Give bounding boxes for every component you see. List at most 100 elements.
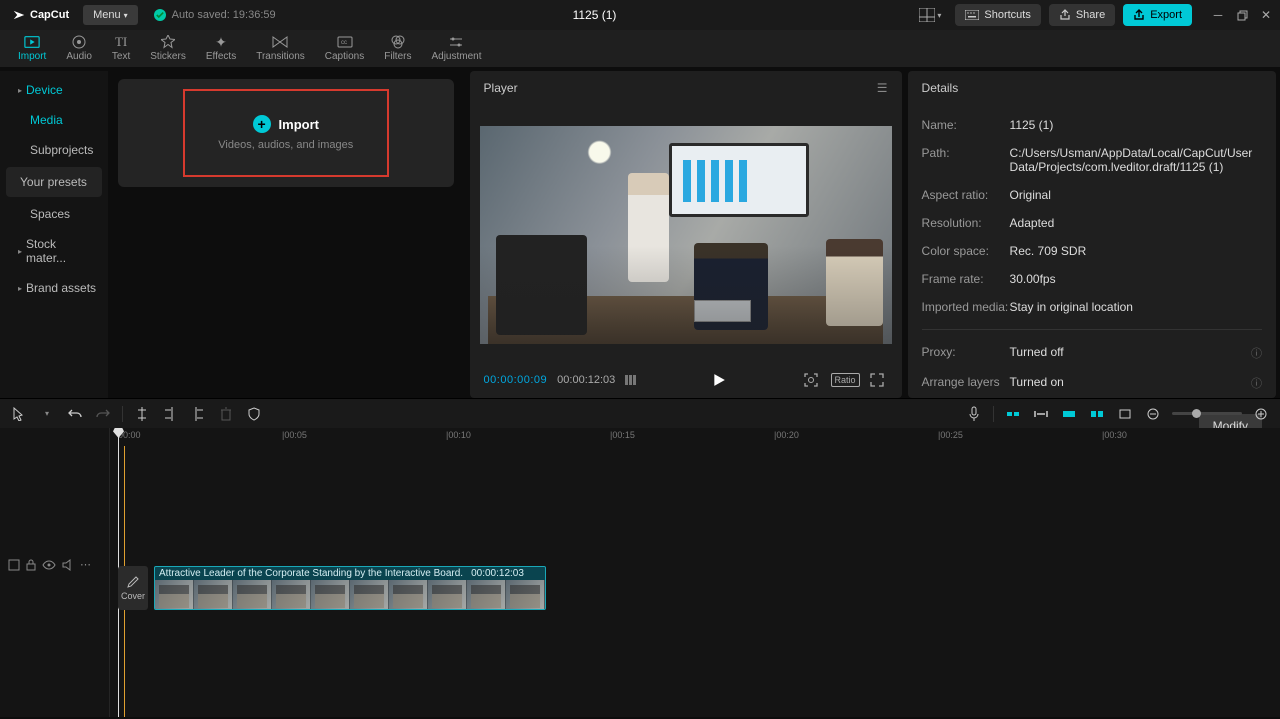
chevron-down-icon: ▾ bbox=[124, 11, 128, 20]
sidebar-item-device[interactable]: ▸Device bbox=[0, 75, 108, 105]
shield-tool[interactable] bbox=[245, 405, 263, 423]
sidebar-item-subprojects[interactable]: Subprojects bbox=[0, 135, 108, 165]
top-tabs: Import Audio TI Text Stickers ✦ Effects … bbox=[0, 30, 1280, 68]
tab-effects[interactable]: ✦ Effects bbox=[196, 31, 246, 67]
titlebar: CapCut Menu ▾ Auto saved: 19:36:59 1125 … bbox=[0, 0, 1280, 30]
import-label: Import bbox=[279, 117, 319, 132]
track-lock-icon[interactable] bbox=[26, 559, 36, 571]
play-button[interactable] bbox=[712, 373, 726, 387]
effects-icon: ✦ bbox=[213, 34, 229, 50]
detail-proxy-value: Turned off bbox=[1010, 345, 1251, 359]
app-logo: CapCut bbox=[4, 8, 77, 22]
details-title: Details bbox=[922, 81, 959, 95]
sidebar-item-spaces[interactable]: Spaces bbox=[0, 199, 108, 229]
media-panel: ▸Device Media Subprojects Your presets S… bbox=[0, 71, 464, 398]
sidebar-item-stock[interactable]: ▸Stock mater... bbox=[0, 229, 108, 273]
tab-import[interactable]: Import bbox=[8, 31, 56, 67]
cover-button[interactable]: Cover bbox=[118, 566, 148, 610]
detail-name-value: 1125 (1) bbox=[1010, 118, 1262, 132]
ratio-button[interactable]: Ratio bbox=[831, 373, 860, 387]
clip-thumbnails bbox=[155, 580, 545, 610]
detail-name-label: Name: bbox=[922, 118, 1010, 132]
svg-text:cc: cc bbox=[341, 40, 347, 46]
scan-icon[interactable] bbox=[803, 372, 821, 388]
minimize-button[interactable]: ─ bbox=[1208, 5, 1228, 25]
zoom-in-icon[interactable] bbox=[1252, 405, 1270, 423]
redo-button[interactable] bbox=[94, 405, 112, 423]
share-icon bbox=[1059, 9, 1071, 21]
tab-text[interactable]: TI Text bbox=[102, 31, 140, 67]
tab-audio[interactable]: Audio bbox=[56, 31, 102, 67]
info-icon[interactable]: ⓘ bbox=[1251, 375, 1262, 391]
sidebar-item-media[interactable]: Media bbox=[0, 105, 108, 135]
capcut-logo-icon bbox=[12, 8, 26, 22]
split-right-tool[interactable] bbox=[189, 405, 207, 423]
maximize-button[interactable] bbox=[1232, 5, 1252, 25]
video-clip[interactable]: Attractive Leader of the Corporate Stand… bbox=[154, 566, 546, 610]
track-mute-icon[interactable] bbox=[62, 559, 74, 571]
export-icon bbox=[1133, 9, 1145, 21]
player-menu-icon[interactable]: ☰ bbox=[877, 81, 888, 95]
magnet-icon[interactable] bbox=[1004, 405, 1022, 423]
player-title: Player bbox=[484, 81, 518, 95]
compare-icon[interactable] bbox=[625, 375, 636, 385]
cursor-tool[interactable] bbox=[10, 405, 28, 423]
layout-switcher[interactable]: ▾ bbox=[913, 8, 947, 22]
tab-captions[interactable]: cc Captions bbox=[315, 31, 374, 67]
mic-icon[interactable] bbox=[965, 405, 983, 423]
sidebar-item-presets[interactable]: Your presets bbox=[6, 167, 102, 197]
cursor-dropdown[interactable]: ▾ bbox=[38, 405, 56, 423]
detail-aspect-value: Original bbox=[1010, 188, 1262, 202]
detail-resolution-label: Resolution: bbox=[922, 216, 1010, 230]
detail-imported-value: Stay in original location bbox=[1010, 300, 1262, 314]
import-icon bbox=[24, 34, 40, 50]
caret-icon: ▸ bbox=[18, 284, 22, 293]
tab-transitions[interactable]: Transitions bbox=[246, 31, 315, 67]
share-button[interactable]: Share bbox=[1049, 4, 1115, 26]
detail-layers-value: Turned on bbox=[1010, 375, 1251, 389]
caret-icon: ▸ bbox=[18, 247, 22, 256]
link-icon[interactable] bbox=[1032, 405, 1050, 423]
detail-path-label: Path: bbox=[922, 146, 1010, 160]
edit-icon bbox=[126, 575, 140, 589]
app-name: CapCut bbox=[30, 9, 69, 21]
menu-button[interactable]: Menu ▾ bbox=[83, 5, 138, 25]
tab-stickers[interactable]: Stickers bbox=[140, 31, 196, 67]
zoom-out-icon[interactable] bbox=[1144, 405, 1162, 423]
timeline-ruler[interactable]: 00:00 |00:05 |00:10 |00:15 |00:20 |00:25… bbox=[110, 428, 1280, 446]
import-dropzone[interactable]: + Import Videos, audios, and images bbox=[118, 79, 454, 187]
transitions-icon bbox=[272, 34, 288, 50]
adjustment-icon bbox=[448, 34, 464, 50]
delete-tool[interactable] bbox=[217, 405, 235, 423]
track-controls: ⋯ bbox=[0, 552, 109, 577]
project-title: 1125 (1) bbox=[276, 8, 914, 22]
current-timecode: 00:00:00:09 bbox=[484, 374, 548, 386]
detail-aspect-label: Aspect ratio: bbox=[922, 188, 1010, 202]
timeline: ⋯ 00:00 |00:05 |00:10 |00:15 |00:20 |00:… bbox=[0, 428, 1280, 717]
track-toggle-a[interactable] bbox=[8, 559, 20, 571]
track-visible-icon[interactable] bbox=[42, 560, 56, 570]
split-tool[interactable] bbox=[133, 405, 151, 423]
export-button[interactable]: Export bbox=[1123, 4, 1192, 26]
info-icon[interactable]: ⓘ bbox=[1251, 345, 1262, 361]
track-more-icon[interactable]: ⋯ bbox=[80, 558, 91, 571]
player-panel: Player ☰ 00:00:00:09 00:00:12:03 Ratio bbox=[470, 71, 902, 398]
split-left-tool[interactable] bbox=[161, 405, 179, 423]
video-preview[interactable] bbox=[480, 126, 892, 344]
check-icon bbox=[154, 9, 166, 21]
import-area: + Import Videos, audios, and images bbox=[108, 71, 464, 398]
filters-icon bbox=[390, 34, 406, 50]
snap-icon[interactable] bbox=[1060, 405, 1078, 423]
detail-layers-label: Arrange layers bbox=[922, 375, 1010, 389]
sidebar-item-brand[interactable]: ▸Brand assets bbox=[0, 273, 108, 303]
zoom-slider[interactable] bbox=[1172, 412, 1242, 415]
crop-icon[interactable] bbox=[1116, 405, 1134, 423]
preview-render-icon[interactable] bbox=[1088, 405, 1106, 423]
close-button[interactable]: ✕ bbox=[1256, 5, 1276, 25]
undo-button[interactable] bbox=[66, 405, 84, 423]
shortcuts-button[interactable]: Shortcuts bbox=[955, 4, 1040, 26]
tab-filters[interactable]: Filters bbox=[374, 31, 421, 67]
tab-adjustment[interactable]: Adjustment bbox=[421, 31, 491, 67]
fullscreen-icon[interactable] bbox=[870, 373, 888, 387]
detail-colorspace-label: Color space: bbox=[922, 244, 1010, 258]
